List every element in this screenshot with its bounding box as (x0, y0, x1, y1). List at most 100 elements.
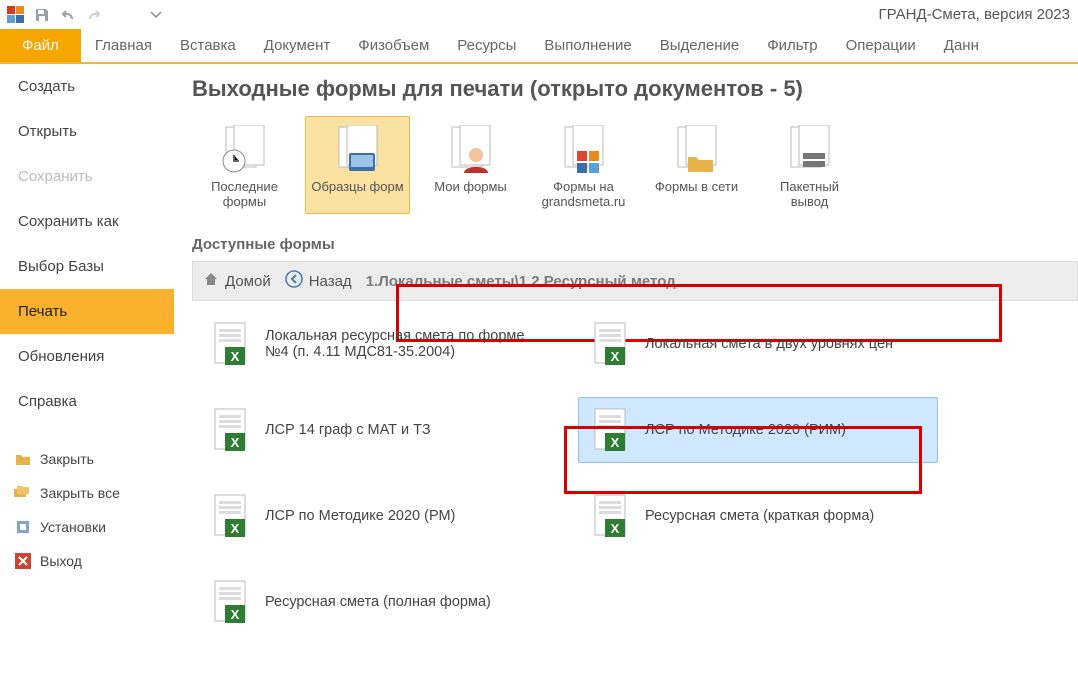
back-label: Назад (309, 273, 352, 290)
form-label: ЛСР по Методике 2020 (РМ) (265, 508, 455, 524)
svg-text:X: X (231, 521, 240, 536)
svg-text:X: X (231, 349, 240, 364)
home-icon (203, 271, 219, 291)
tab-main[interactable]: Главная (81, 29, 166, 62)
tile-grandsmeta-forms[interactable]: Формы на grandsmeta.ru (531, 116, 636, 214)
form-label: Ресурсная смета (краткая форма) (645, 508, 874, 524)
excel-doc-icon: X (209, 406, 253, 454)
nav-print[interactable]: Печать (0, 289, 174, 334)
back-button[interactable]: Назад (285, 270, 352, 292)
gear-icon (14, 518, 32, 536)
excel-doc-icon: X (589, 320, 633, 368)
nav-exit[interactable]: Выход (0, 544, 174, 578)
excel-doc-icon: X (589, 406, 633, 454)
backstage: Создать Открыть Сохранить Сохранить как … (0, 64, 1078, 680)
nav-help[interactable]: Справка (0, 379, 174, 424)
clock-page-icon (215, 123, 275, 179)
tab-data[interactable]: Данн (930, 29, 993, 62)
form-item[interactable]: X Локальная смета в двух уровнях цен (578, 311, 938, 377)
svg-text:X: X (611, 435, 620, 450)
tile-my-forms[interactable]: Мои формы (418, 116, 523, 214)
nav-updates[interactable]: Обновления (0, 334, 174, 379)
app-icon (5, 4, 27, 26)
tab-file[interactable]: Файл (0, 29, 81, 62)
folders-icon (14, 484, 32, 502)
tile-batch-output[interactable]: Пакетный вывод (757, 116, 862, 214)
back-icon (285, 270, 303, 292)
nav-save-as[interactable]: Сохранить как (0, 199, 174, 244)
save-icon[interactable] (31, 4, 53, 26)
form-item[interactable]: X ЛСР по Методике 2020 (РМ) (198, 483, 558, 549)
redo-icon[interactable] (83, 4, 105, 26)
section-title: Доступные формы (192, 236, 1078, 253)
tab-selection[interactable]: Выделение (646, 29, 753, 62)
tab-document[interactable]: Документ (250, 29, 345, 62)
tab-fizobjem[interactable]: Физобъем (344, 29, 443, 62)
batch-page-icon (780, 123, 840, 179)
folder-net-icon (667, 123, 727, 179)
tile-form-samples[interactable]: Образцы форм (305, 116, 410, 214)
folder-icon (14, 450, 32, 468)
grid-page-icon (554, 123, 614, 179)
svg-text:X: X (611, 521, 620, 536)
forms-grid: X Локальная ресурсная смета по форме №4 … (192, 301, 1078, 635)
tab-filter[interactable]: Фильтр (753, 29, 831, 62)
nav-open[interactable]: Открыть (0, 109, 174, 154)
tab-operations[interactable]: Операции (832, 29, 930, 62)
page-title: Выходные формы для печати (открыто докум… (192, 76, 1078, 102)
form-item[interactable]: X ЛСР 14 граф с МАТ и ТЗ (198, 397, 558, 463)
dropdown-icon[interactable] (145, 4, 167, 26)
nav-close-label: Закрыть (40, 451, 94, 467)
form-item[interactable]: X Ресурсная смета (краткая форма) (578, 483, 938, 549)
close-icon (14, 552, 32, 570)
tile-label: Образцы форм (311, 179, 403, 194)
excel-doc-icon: X (209, 320, 253, 368)
nav-close[interactable]: Закрыть (0, 442, 174, 476)
tile-label: Формы на grandsmeta.ru (534, 179, 633, 209)
ribbon-tabs: Файл Главная Вставка Документ Физобъем Р… (0, 30, 1078, 64)
svg-text:X: X (231, 607, 240, 622)
app-title: ГРАНД-Смета, версия 2023 (878, 6, 1070, 23)
form-item-selected[interactable]: X ЛСР по Методике 2020 (РИМ) (578, 397, 938, 463)
tile-recent-forms[interactable]: Последние формы (192, 116, 297, 214)
form-label: ЛСР 14 граф с МАТ и ТЗ (265, 422, 431, 438)
nav-settings-label: Установки (40, 519, 106, 535)
tile-label: Последние формы (195, 179, 294, 209)
form-item[interactable]: X Ресурсная смета (полная форма) (198, 569, 558, 635)
undo-icon[interactable] (57, 4, 79, 26)
tile-label: Формы в сети (655, 179, 738, 194)
excel-doc-icon: X (589, 492, 633, 540)
monitor-page-icon (328, 123, 388, 179)
form-label: Локальная ресурсная смета по форме №4 (п… (265, 328, 547, 360)
path-bar: Домой Назад 1.Локальные сметы\1.2.Ресурс… (192, 261, 1078, 301)
svg-text:X: X (231, 435, 240, 450)
tab-resources[interactable]: Ресурсы (443, 29, 530, 62)
tab-insert[interactable]: Вставка (166, 29, 250, 62)
form-label: ЛСР по Методике 2020 (РИМ) (645, 422, 846, 438)
svg-text:X: X (611, 349, 620, 364)
nav-close-all-label: Закрыть все (40, 485, 120, 501)
nav-choose-base[interactable]: Выбор Базы (0, 244, 174, 289)
home-button[interactable]: Домой (203, 271, 271, 291)
tab-execution[interactable]: Выполнение (530, 29, 645, 62)
nav-close-all[interactable]: Закрыть все (0, 476, 174, 510)
tile-label: Мои формы (434, 179, 507, 194)
nav-save: Сохранить (0, 154, 174, 199)
breadcrumb: 1.Локальные сметы\1.2.Ресурсный метод (366, 273, 1067, 290)
user-page-icon (441, 123, 501, 179)
nav-create[interactable]: Создать (0, 64, 174, 109)
form-item[interactable]: X Локальная ресурсная смета по форме №4 … (198, 311, 558, 377)
form-label: Ресурсная смета (полная форма) (265, 594, 491, 610)
tiles-row: Последние формы Образцы форм Мои формы Ф… (192, 116, 1078, 214)
tile-label: Пакетный вывод (760, 179, 859, 209)
excel-doc-icon: X (209, 578, 253, 626)
nav-settings[interactable]: Установки (0, 510, 174, 544)
tile-network-forms[interactable]: Формы в сети (644, 116, 749, 214)
excel-doc-icon: X (209, 492, 253, 540)
form-label: Локальная смета в двух уровнях цен (645, 336, 893, 352)
backstage-main: Выходные формы для печати (открыто докум… (174, 64, 1078, 680)
backstage-nav: Создать Открыть Сохранить Сохранить как … (0, 64, 174, 680)
quick-access-toolbar: ГРАНД-Смета, версия 2023 (0, 0, 1078, 30)
home-label: Домой (225, 273, 271, 290)
nav-exit-label: Выход (40, 553, 82, 569)
